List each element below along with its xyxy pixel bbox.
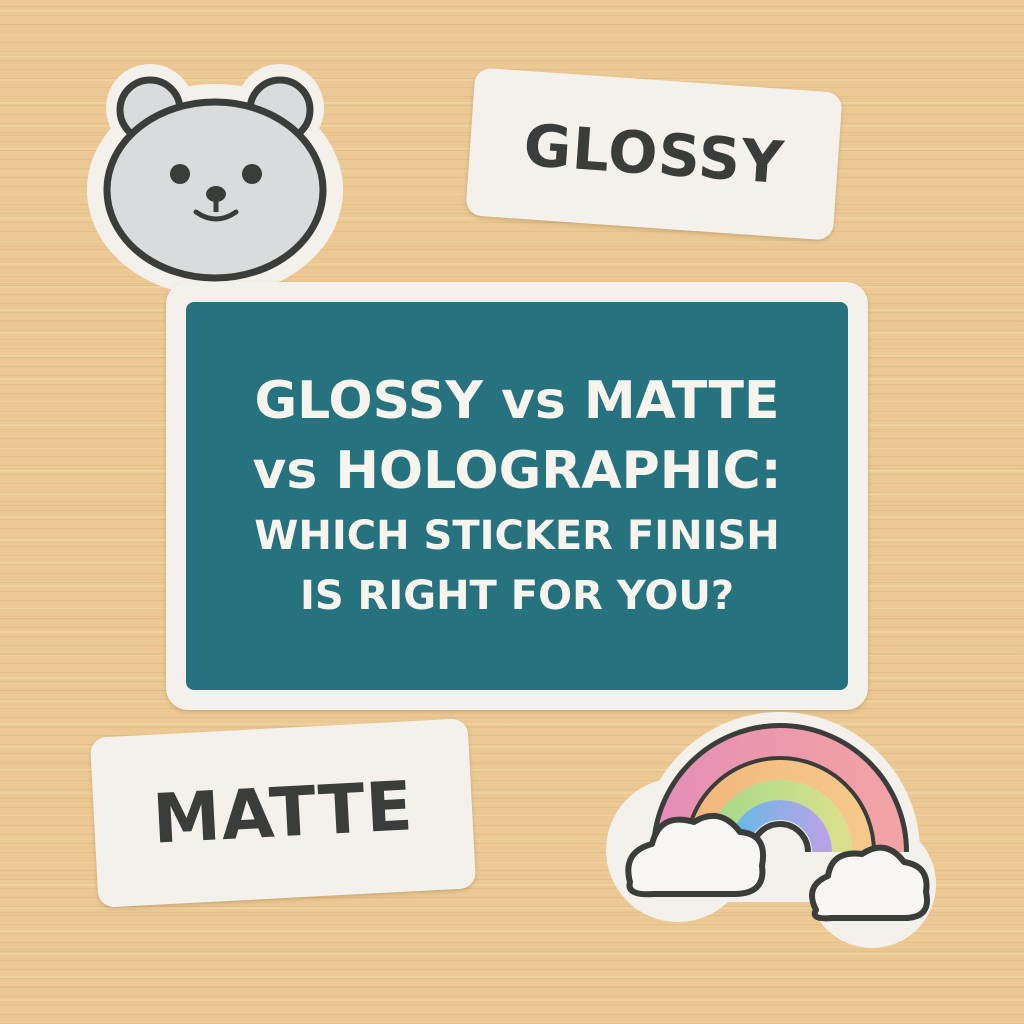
title-line-1: GLOSSY vs MATTE <box>254 371 780 431</box>
matte-sticker: MATTE <box>89 718 477 908</box>
glossy-label: GLOSSY <box>521 110 787 198</box>
matte-label: MATTE <box>150 766 416 860</box>
title-sticker: GLOSSY vs MATTE vs HOLOGRAPHIC: WHICH ST… <box>166 282 868 710</box>
bear-sticker <box>87 64 343 296</box>
subtitle-line-1: WHICH STICKER FINISH <box>254 513 780 559</box>
title-panel: GLOSSY vs MATTE vs HOLOGRAPHIC: WHICH ST… <box>186 302 848 690</box>
rainbow-clouds-icon <box>606 712 936 948</box>
rainbow-sticker <box>606 712 936 948</box>
bear-face-icon <box>87 64 343 296</box>
title-line-2: vs HOLOGRAPHIC: <box>252 441 782 501</box>
subtitle-line-2: IS RIGHT FOR YOU? <box>299 573 735 619</box>
sticker-scene: GLOSSY GLOSSY vs MATTE vs HOLOGRAPHIC: W… <box>0 0 1024 1024</box>
glossy-sticker: GLOSSY <box>465 67 843 241</box>
